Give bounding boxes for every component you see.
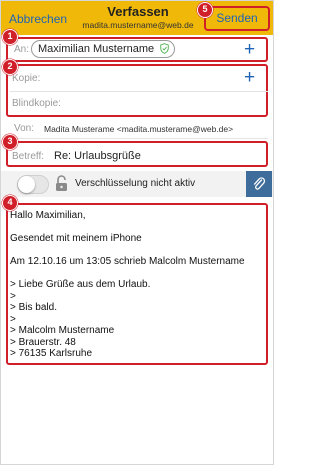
- encryption-status: Verschlüsselung nicht aktiv: [75, 178, 196, 189]
- body-line: > Malcolm Mustername: [10, 325, 115, 336]
- add-cc-icon[interactable]: +: [244, 68, 255, 87]
- send-button[interactable]: Senden: [204, 6, 270, 31]
- paperclip-icon: [253, 177, 266, 190]
- encryption-toggle[interactable]: [17, 175, 49, 194]
- body-line: >: [10, 313, 16, 325]
- body-line: [10, 268, 264, 280]
- header-bar: Abbrechen Verfassen madita.mustername@we…: [1, 1, 273, 35]
- badge-2: 2: [2, 59, 18, 75]
- bcc-label[interactable]: Blindkopie:: [12, 98, 61, 109]
- body-line: [10, 222, 264, 234]
- body-line: > Bis bald.: [10, 302, 57, 313]
- title-block: Verfassen madita.mustername@web.de: [79, 4, 197, 30]
- recipient-name: Maximilian Mustername: [38, 43, 155, 55]
- badge-5: 5: [197, 2, 213, 18]
- badge-1: 1: [2, 29, 18, 45]
- body-line: >: [10, 290, 16, 302]
- from-address[interactable]: Madita Musterame <madita.musterame@web.d…: [44, 124, 233, 134]
- cc-label[interactable]: Kopie:: [12, 73, 40, 84]
- badge-4: 4: [2, 195, 18, 211]
- cancel-button[interactable]: Abbrechen: [9, 12, 67, 26]
- from-divider: [10, 138, 268, 139]
- body-line: Gesendet mit meinem iPhone: [10, 233, 142, 244]
- add-recipient-icon[interactable]: +: [244, 40, 255, 59]
- attachment-button[interactable]: [246, 171, 272, 197]
- to-label: An:: [14, 44, 30, 55]
- body-line: > 76135 Karlsruhe: [10, 348, 93, 359]
- toggle-knob: [18, 176, 35, 193]
- badge-3: 3: [2, 134, 18, 150]
- from-label: Von:: [14, 123, 35, 134]
- recipient-chip[interactable]: Maximilian Mustername: [31, 40, 176, 58]
- body-line: Am 12.10.16 um 13:05 schrieb Malcolm Mus…: [10, 256, 245, 267]
- shield-check-icon: [160, 43, 169, 54]
- body-line: Hallo Maximilian,: [10, 210, 86, 221]
- subject-input[interactable]: Re: Urlaubsgrüße: [54, 150, 141, 162]
- page-title: Verfassen: [107, 4, 169, 19]
- account-address: madita.mustername@web.de: [82, 20, 194, 30]
- encryption-row: Verschlüsselung nicht aktiv: [1, 171, 273, 197]
- cc-divider: [10, 91, 268, 92]
- body-line: > Brauerstr. 48: [10, 336, 76, 348]
- unlocked-padlock-icon: [56, 175, 67, 191]
- body-line: > Liebe Grüße aus dem Urlaub.: [10, 279, 151, 290]
- message-body[interactable]: Hallo Maximilian, Gesendet mit meinem iPh…: [10, 210, 264, 360]
- body-line: [10, 245, 264, 257]
- subject-label: Betreff:: [12, 151, 45, 162]
